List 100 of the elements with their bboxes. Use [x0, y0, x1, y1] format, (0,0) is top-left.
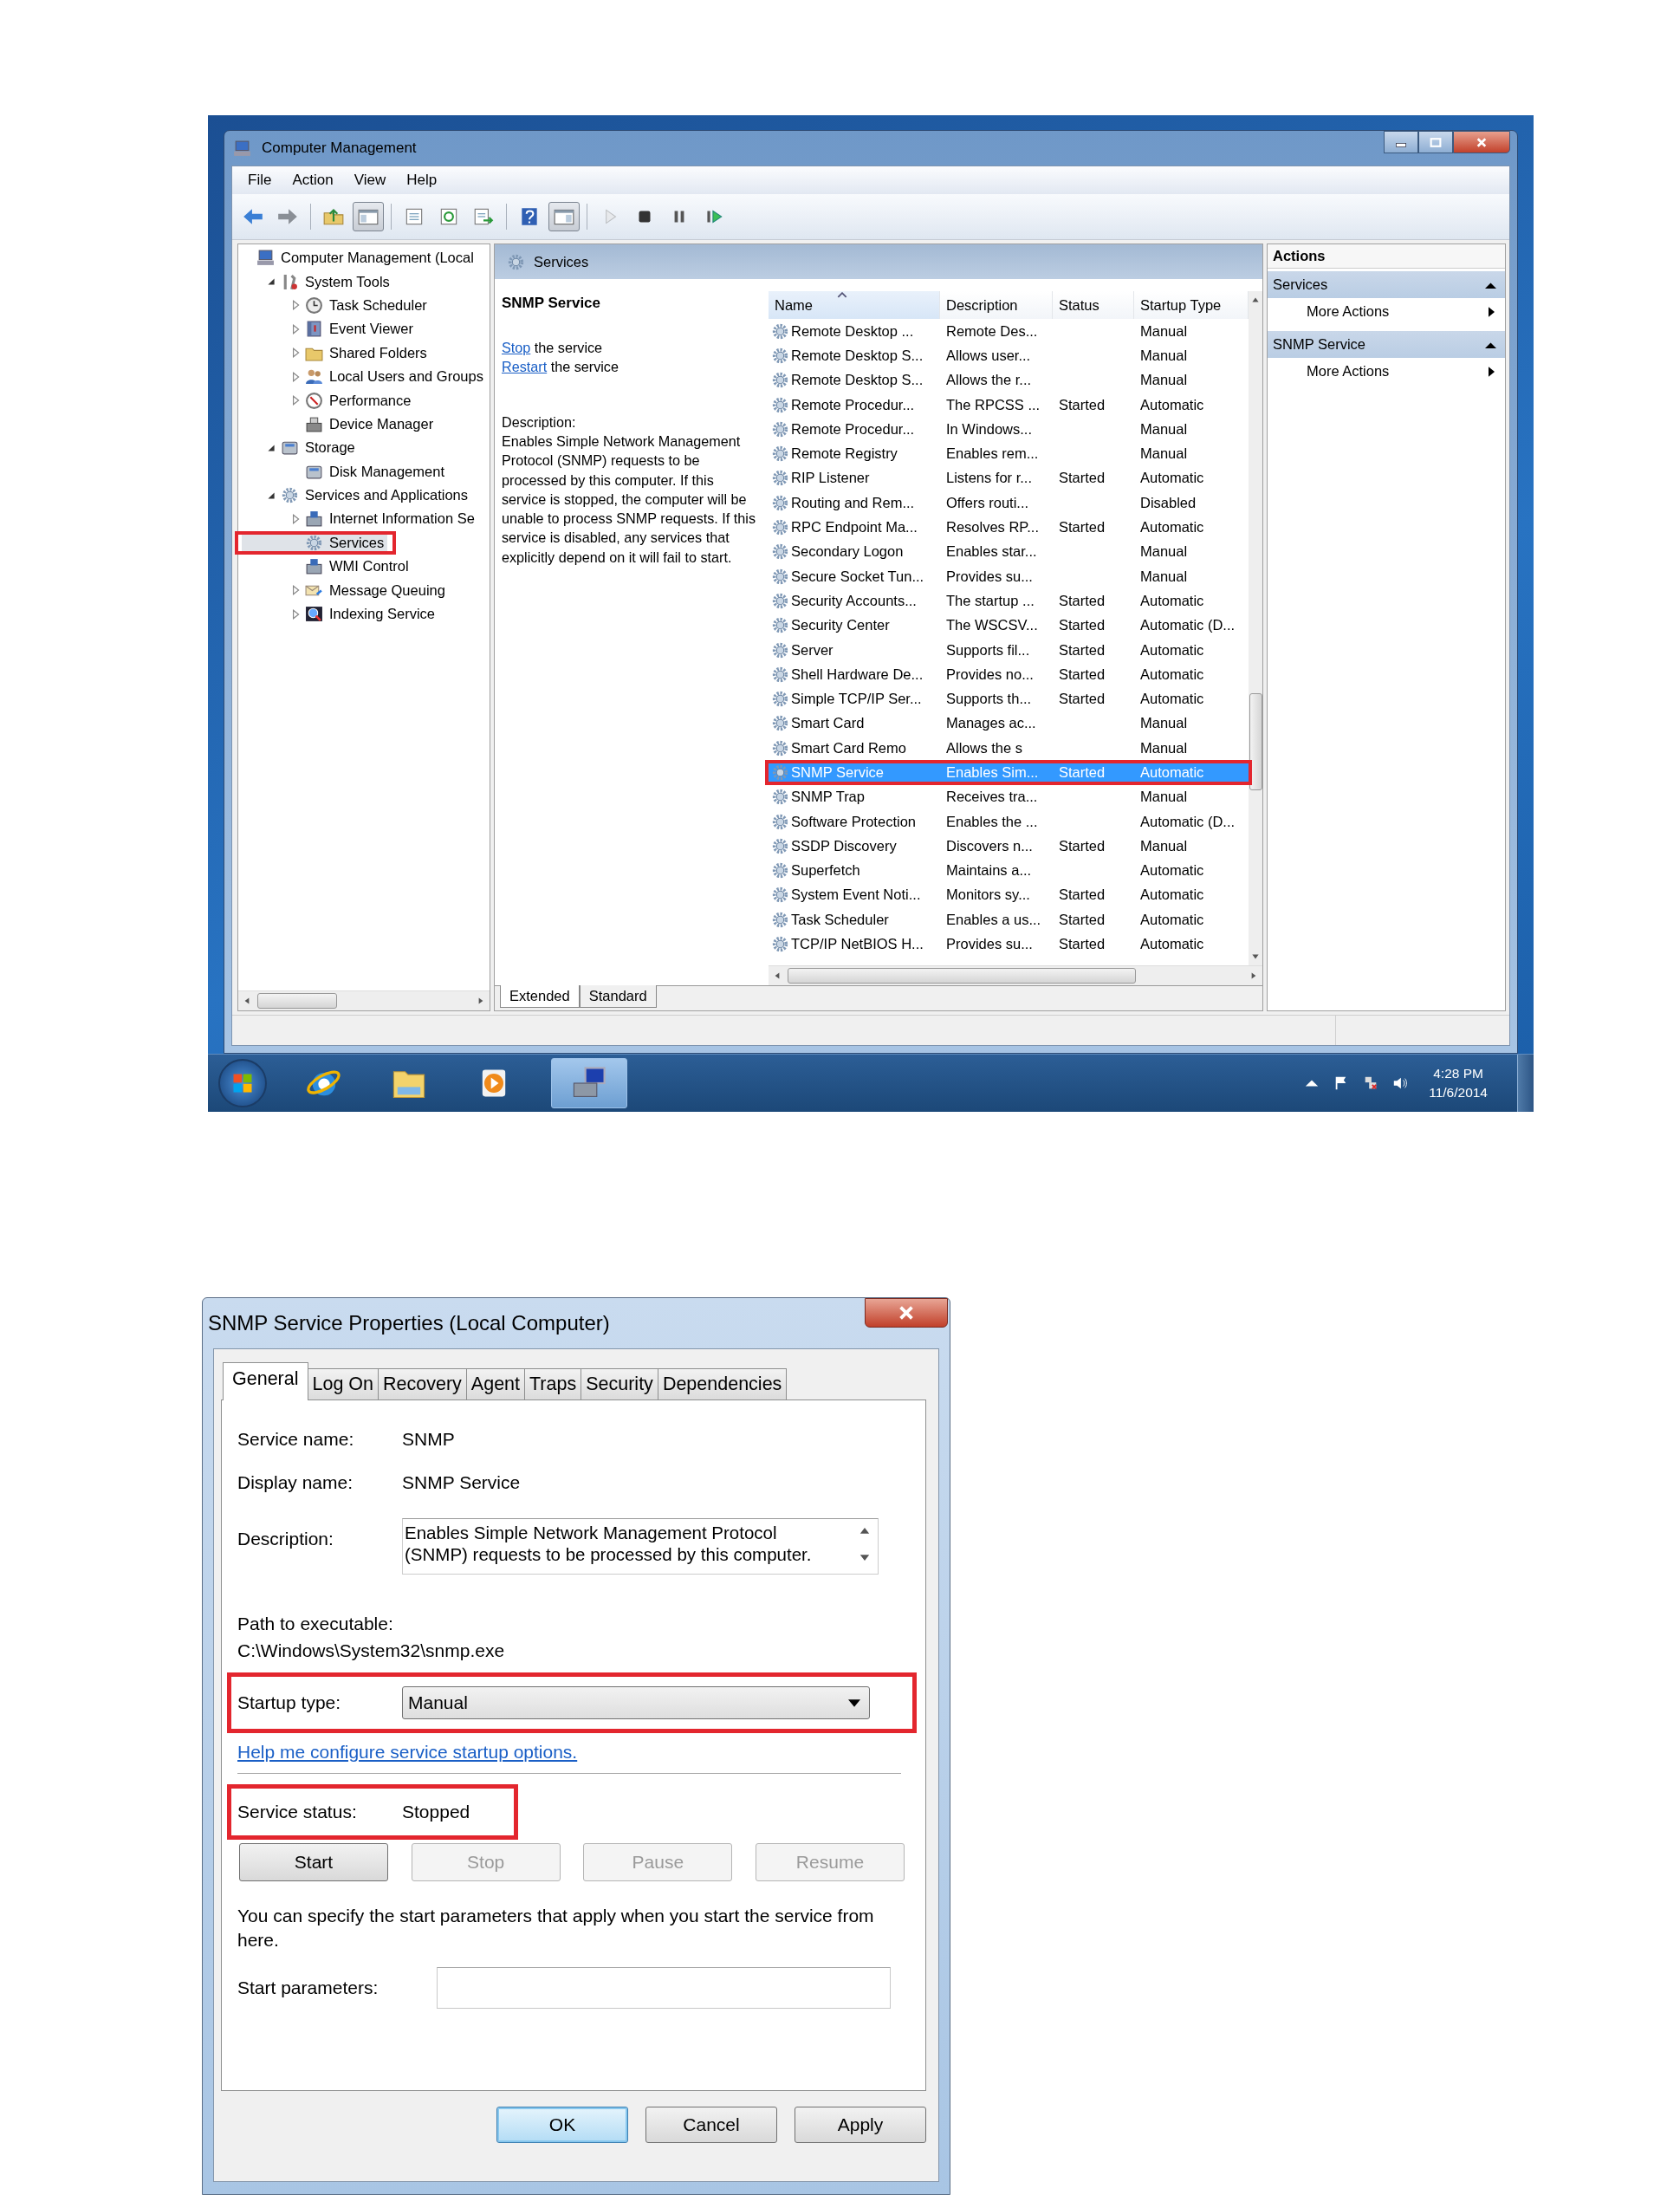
view-tab[interactable]: Extended: [500, 985, 580, 1008]
table-row[interactable]: Shell Hardware De... Provides no... Started Automatic: [769, 662, 1249, 687]
table-row[interactable]: Secure Socket Tun... Provides su... Manual: [769, 563, 1249, 589]
dialog-button[interactable]: Apply: [795, 2107, 926, 2143]
tree-item[interactable]: Performance: [242, 388, 415, 412]
expand-arrow-icon[interactable]: [290, 585, 301, 596]
column-header[interactable]: Name: [769, 291, 940, 319]
table-row[interactable]: Remote Desktop ... Remote Des... Manual: [769, 319, 1249, 344]
network-icon[interactable]: [1363, 1075, 1379, 1091]
start-button[interactable]: [218, 1059, 267, 1107]
start-parameters-field[interactable]: [437, 1967, 891, 2009]
service-name: Smart Card: [791, 715, 865, 732]
tree-item[interactable]: System Tools: [242, 270, 393, 294]
tab[interactable]: Log On: [307, 1368, 379, 1399]
table-row[interactable]: Security Center The WSCSV... Started Automatic (D...: [769, 613, 1249, 638]
tab[interactable]: Agent: [465, 1368, 526, 1399]
tree-item[interactable]: Local Users and Groups: [242, 364, 487, 389]
table-row[interactable]: Remote Registry Enables rem... Manual: [769, 441, 1249, 466]
close-button[interactable]: [1453, 131, 1510, 153]
tree-item[interactable]: Indexing Service: [242, 601, 438, 627]
action-item[interactable]: More Actions: [1268, 358, 1505, 388]
clock-time[interactable]: 4:28 PM: [1433, 1064, 1483, 1083]
table-row[interactable]: SSDP Discovery Discovers n... Started Manual: [769, 834, 1249, 859]
startup-type-dropdown[interactable]: Manual: [402, 1686, 870, 1719]
table-row[interactable]: Remote Procedur... The RPCSS ... Started Automatic: [769, 392, 1249, 418]
vertical-scrollbar[interactable]: [1249, 291, 1262, 965]
tree-item[interactable]: Computer Management (Local: [242, 246, 477, 270]
expand-arrow-icon[interactable]: [290, 608, 301, 620]
table-row[interactable]: Server Supports fil... Started Automatic: [769, 637, 1249, 663]
tree-item[interactable]: Internet Information Se: [242, 507, 478, 531]
tree-item[interactable]: Message Queuing: [242, 578, 449, 602]
table-row[interactable]: Software Protection Enables the ... Automatic (D...: [769, 809, 1249, 834]
menu-item[interactable]: File: [237, 170, 282, 191]
tree-item[interactable]: Disk Management: [242, 459, 448, 484]
table-row[interactable]: Superfetch Maintains a... Automatic: [769, 858, 1249, 883]
table-row[interactable]: Simple TCP/IP Ser... Supports th... Started Automatic: [769, 686, 1249, 711]
table-row[interactable]: Security Accounts... The startup ... Started Automatic: [769, 588, 1249, 614]
maximize-button[interactable]: [1418, 131, 1453, 153]
table-row[interactable]: Smart Card Remo Allows the s Manual: [769, 736, 1249, 761]
column-header[interactable]: Status: [1053, 291, 1134, 319]
expand-arrow-icon[interactable]: [290, 347, 301, 359]
dialog-button[interactable]: OK: [496, 2107, 628, 2143]
expand-arrow-icon[interactable]: [290, 514, 301, 524]
column-header[interactable]: Startup Type: [1134, 291, 1249, 319]
table-row[interactable]: RIP Listener Listens for r... Started Automatic: [769, 465, 1249, 491]
tab[interactable]: Recovery: [378, 1368, 467, 1399]
speaker-icon[interactable]: [1392, 1075, 1409, 1091]
description-box[interactable]: Enables Simple Network Management Protocol (SNMP) requests to be processed by this computer.: [402, 1518, 879, 1575]
help-link[interactable]: Help me configure service startup options.: [237, 1742, 578, 1763]
horizontal-scrollbar[interactable]: [769, 965, 1262, 985]
tree-item[interactable]: WMI Control: [242, 555, 412, 579]
column-header[interactable]: Description: [940, 291, 1053, 319]
table-row[interactable]: Secondary Logon Enables star... Manual: [769, 539, 1249, 564]
tree-item[interactable]: Event Viewer: [242, 317, 417, 341]
taskbar-button[interactable]: [551, 1058, 627, 1108]
menu-item[interactable]: Help: [396, 170, 448, 191]
table-row[interactable]: TCP/IP NetBIOS H... Provides su... Started Automatic: [769, 932, 1249, 957]
tab[interactable]: Traps: [524, 1368, 582, 1399]
service-control-button[interactable]: Start: [239, 1843, 388, 1881]
expand-arrow-icon[interactable]: [290, 395, 301, 406]
table-row[interactable]: Remote Desktop S... Allows the r... Manual: [769, 367, 1249, 393]
expand-arrow-icon[interactable]: [290, 300, 301, 311]
table-row[interactable]: Remote Procedur... In Windows... Manual: [769, 417, 1249, 442]
service-action-link[interactable]: Stop: [502, 340, 531, 355]
server-icon: [305, 510, 323, 529]
table-row[interactable]: System Event Noti... Monitors sy... Started Automatic: [769, 882, 1249, 908]
horizontal-scrollbar[interactable]: [238, 990, 490, 1010]
collapse-arrow-icon[interactable]: [266, 442, 276, 453]
table-row[interactable]: Smart Card Manages ac... Manual: [769, 711, 1249, 737]
table-row[interactable]: SNMP Trap Receives tra... Manual: [769, 784, 1249, 809]
action-group-header[interactable]: Services: [1268, 271, 1505, 298]
tree-item[interactable]: Storage: [242, 436, 359, 460]
table-row[interactable]: Remote Desktop S... Allows user... Manual: [769, 343, 1249, 368]
tree-item[interactable]: Task Scheduler: [242, 293, 431, 318]
gear-icon: [507, 252, 525, 271]
action-item[interactable]: More Actions: [1268, 298, 1505, 328]
tree-item[interactable]: Device Manager: [242, 412, 438, 437]
table-row[interactable]: RPC Endpoint Ma... Resolves RP... Started Automatic: [769, 515, 1249, 540]
collapse-arrow-icon[interactable]: [266, 276, 276, 288]
tree-item[interactable]: Services and Applications: [242, 483, 472, 508]
show-desktop-button[interactable]: [1517, 1055, 1534, 1112]
service-action-link[interactable]: Restart: [502, 359, 548, 374]
tree-item[interactable]: Shared Folders: [242, 341, 431, 365]
clock-date[interactable]: 11/6/2014: [1429, 1083, 1488, 1102]
dialog-button[interactable]: Cancel: [645, 2107, 777, 2143]
collapse-arrow-icon[interactable]: [266, 490, 276, 501]
view-tab[interactable]: Standard: [579, 985, 657, 1008]
expand-arrow-icon[interactable]: [290, 323, 301, 334]
minimize-button[interactable]: [1384, 131, 1418, 153]
tab[interactable]: General: [223, 1362, 308, 1400]
tab[interactable]: Security: [581, 1368, 658, 1399]
menu-item[interactable]: Action: [282, 170, 344, 191]
scrollbar-thumb[interactable]: [1249, 693, 1262, 790]
close-button[interactable]: [865, 1298, 948, 1328]
table-row[interactable]: Routing and Rem... Offers routi... Disabled: [769, 490, 1249, 516]
table-row[interactable]: Task Scheduler Enables a us... Started Automatic: [769, 907, 1249, 932]
menu-item[interactable]: View: [343, 170, 397, 191]
expand-arrow-icon[interactable]: [290, 371, 301, 382]
tab[interactable]: Dependencies: [657, 1368, 788, 1399]
action-group-header[interactable]: SNMP Service: [1268, 331, 1505, 358]
